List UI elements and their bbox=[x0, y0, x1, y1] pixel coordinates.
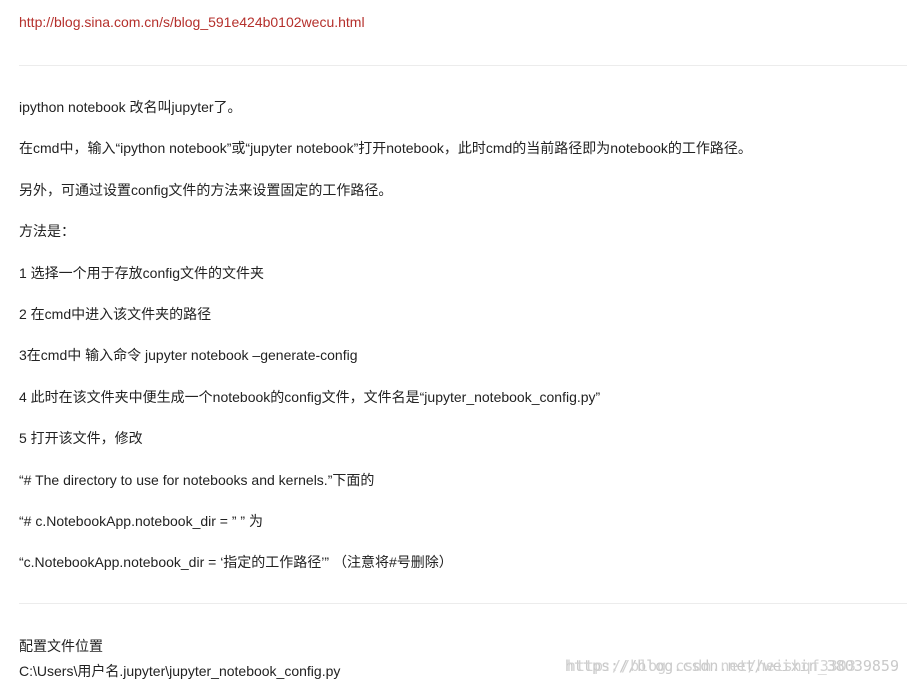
config-location-heading: 配置文件位置 bbox=[19, 638, 103, 654]
paragraph-method: 方法是： bbox=[19, 223, 75, 239]
config-location-path: C:\Users\用户名.jupyter\jupyter_notebook_co… bbox=[19, 663, 341, 679]
step-1: 1 选择一个用于存放config文件的文件夹 bbox=[19, 265, 265, 281]
step-5-old-setting: “# c.NotebookApp.notebook_dir = ” ” 为 bbox=[19, 513, 263, 529]
step-4: 4 此时在该文件夹中便生成一个notebook的config文件，文件名是“ju… bbox=[19, 389, 601, 405]
watermark: https://blog.csdn.net/weixin_38039859 ht… bbox=[565, 657, 899, 675]
step-5-directory-line: “# The directory to use for notebooks an… bbox=[19, 472, 375, 488]
paragraph-config-intro: 另外，可通过设置config文件的方法来设置固定的工作路径。 bbox=[19, 182, 393, 198]
paragraph-open-cmd: 在cmd中，输入“ipython notebook”或“jupyter note… bbox=[19, 140, 752, 156]
step-5-new-setting: “c.NotebookApp.notebook_dir = ‘指定的工作路径’”… bbox=[19, 554, 453, 570]
watermark-text-b: http://blog.csdn.net/heishqf3303 bbox=[566, 657, 856, 675]
divider-bottom bbox=[19, 603, 907, 604]
step-5: 5 打开该文件，修改 bbox=[19, 430, 143, 446]
paragraph-rename: ipython notebook 改名叫jupyter了。 bbox=[19, 99, 242, 115]
step-2: 2 在cmd中进入该文件夹的路径 bbox=[19, 306, 212, 322]
source-link[interactable]: http://blog.sina.com.cn/s/blog_591e424b0… bbox=[19, 14, 365, 30]
step-3: 3在cmd中 输入命令 jupyter notebook –generate-c… bbox=[19, 347, 358, 363]
divider-top bbox=[19, 65, 907, 66]
